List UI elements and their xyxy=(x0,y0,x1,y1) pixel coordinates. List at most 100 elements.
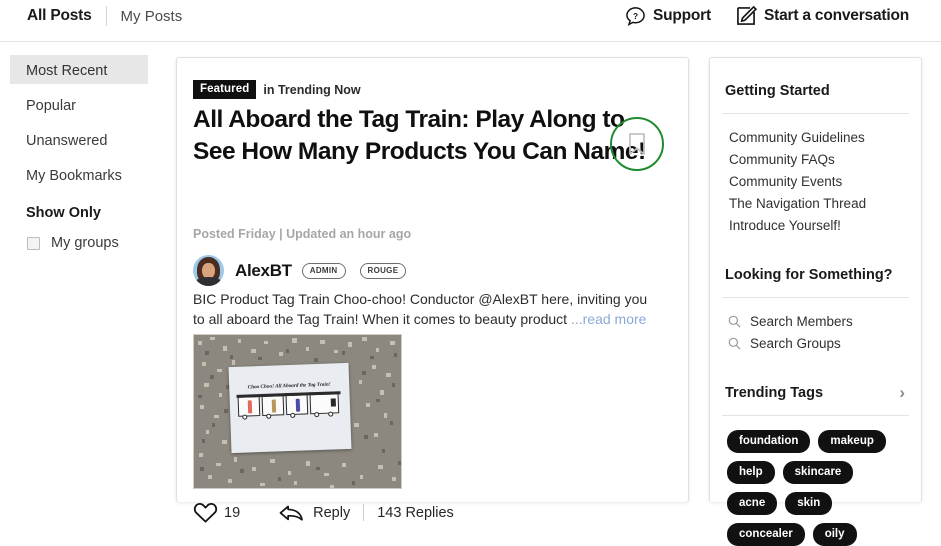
getting-started-heading: Getting Started xyxy=(725,83,830,99)
trending-tags-heading: Trending Tags xyxy=(725,384,824,401)
status-badge-admin: ADMIN xyxy=(301,262,346,279)
engine-roof xyxy=(309,391,341,396)
sidebar-item-unanswered[interactable]: Unanswered xyxy=(10,125,148,154)
tag-concealer[interactable]: concealer xyxy=(727,523,805,546)
trending-tags-list: foundation makeup help skincare acne ski… xyxy=(710,416,910,546)
chevron-right-icon[interactable]: › xyxy=(899,384,905,401)
bookmark-button[interactable] xyxy=(610,117,664,171)
search-members-label: Search Members xyxy=(750,314,853,329)
avatar-body xyxy=(196,277,221,286)
engine-wheels xyxy=(314,411,334,418)
wheel xyxy=(266,413,272,419)
sidebar-item-my-bookmarks[interactable]: My Bookmarks xyxy=(10,160,148,189)
link-community-faqs[interactable]: Community FAQs xyxy=(729,149,921,171)
search-members-link[interactable]: Search Members xyxy=(710,311,921,333)
support-button[interactable]: ? Support xyxy=(625,6,711,27)
avatar[interactable] xyxy=(193,255,224,286)
support-label: Support xyxy=(652,7,711,24)
link-community-guidelines[interactable]: Community Guidelines xyxy=(729,127,921,149)
wheel xyxy=(328,411,334,417)
engine-smokestack xyxy=(330,398,336,407)
post-author-row: AlexBT ADMIN ROUGE xyxy=(193,255,407,286)
nav-divider xyxy=(105,6,107,26)
link-introduce-yourself[interactable]: Introduce Yourself! xyxy=(729,215,921,237)
tag-skincare[interactable]: skincare xyxy=(782,461,854,485)
search-groups-link[interactable]: Search Groups xyxy=(710,333,921,355)
train-wagon xyxy=(284,392,311,418)
looking-for-something-heading: Looking for Something? xyxy=(725,267,893,283)
bookmark-icon xyxy=(627,132,647,157)
right-sidebar-panel: Getting Started Community Guidelines Com… xyxy=(709,57,922,546)
wagon-product xyxy=(271,399,277,413)
search-icon xyxy=(728,337,741,350)
wagon-wheels xyxy=(290,412,296,418)
svg-text:?: ? xyxy=(633,10,638,20)
replies-count[interactable]: 143 Replies xyxy=(377,505,454,521)
wagon-wheels xyxy=(242,414,248,420)
wagon-product xyxy=(295,398,301,412)
sidebar-item-popular[interactable]: Popular xyxy=(10,90,148,119)
my-groups-checkbox[interactable] xyxy=(27,236,40,250)
train-graphic xyxy=(236,391,341,420)
nav-left-group: All Posts My Posts xyxy=(27,6,182,26)
question-speech-bubble-icon: ? xyxy=(625,6,646,27)
post-category-row: Featured in Trending Now xyxy=(193,80,361,99)
post-card[interactable]: Featured in Trending Now All Aboard the … xyxy=(176,57,689,523)
post-footer: 19 Reply 143 Replies xyxy=(193,501,454,524)
reply-label: Reply xyxy=(313,504,351,521)
wheel xyxy=(314,411,320,418)
search-icon xyxy=(728,315,741,328)
train-wagon xyxy=(260,393,287,419)
train-engine xyxy=(309,391,341,418)
tag-makeup[interactable]: makeup xyxy=(818,430,886,454)
my-groups-filter[interactable]: My groups xyxy=(0,235,170,251)
post-image[interactable]: Choo Choo! All Aboard the Tag Train! xyxy=(193,334,402,489)
post-category-label[interactable]: in Trending Now xyxy=(263,83,360,97)
getting-started-links: Community Guidelines Community FAQs Comm… xyxy=(710,114,921,237)
wagon-roof xyxy=(260,393,287,398)
author-name[interactable]: AlexBT xyxy=(235,261,292,281)
wheel xyxy=(242,414,248,420)
trending-tags-header[interactable]: Trending Tags › xyxy=(710,354,921,401)
post-body: BIC Product Tag Train Choo-choo! Conduct… xyxy=(193,289,661,330)
post-timestamp: Posted Friday | Updated an hour ago xyxy=(193,227,412,241)
footer-divider xyxy=(363,504,365,521)
start-conversation-button[interactable]: Start a conversation xyxy=(735,5,909,27)
like-count: 19 xyxy=(224,504,241,521)
train-wagon xyxy=(236,393,263,420)
wagon-product xyxy=(247,400,253,414)
train-poster-caption: Choo Choo! All Aboard the Tag Train! xyxy=(247,381,331,391)
tab-all-posts[interactable]: All Posts xyxy=(27,7,92,25)
left-sidebar: Most Recent Popular Unanswered My Bookma… xyxy=(0,55,170,251)
search-links: Search Members Search Groups xyxy=(710,298,921,354)
nav-right-group: ? Support Start a conversation xyxy=(625,5,909,27)
tab-my-posts[interactable]: My Posts xyxy=(121,8,183,25)
wagon-roof xyxy=(236,393,263,398)
tag-oily[interactable]: oily xyxy=(812,523,857,546)
read-more-link[interactable]: ...read more xyxy=(571,311,646,327)
start-conversation-label: Start a conversation xyxy=(763,7,909,24)
train-poster: Choo Choo! All Aboard the Tag Train! xyxy=(228,362,352,454)
heart-icon xyxy=(193,501,218,524)
wheel xyxy=(290,412,296,418)
reply-button[interactable]: Reply xyxy=(278,503,350,523)
wagon-wheels xyxy=(266,413,272,419)
tag-acne[interactable]: acne xyxy=(727,492,778,516)
featured-badge: Featured xyxy=(193,80,257,99)
tag-foundation[interactable]: foundation xyxy=(727,430,811,454)
my-groups-label: My groups xyxy=(51,235,119,251)
reply-arrow-icon xyxy=(278,503,305,523)
link-navigation-thread[interactable]: The Navigation Thread xyxy=(729,193,921,215)
top-navigation-bar: All Posts My Posts ? Support Start a con… xyxy=(0,0,941,42)
pencil-square-icon xyxy=(735,5,758,27)
show-only-heading: Show Only xyxy=(26,205,101,221)
tag-help[interactable]: help xyxy=(727,461,775,485)
post-title[interactable]: All Aboard the Tag Train: Play Along to … xyxy=(193,104,663,169)
wagon-roof xyxy=(284,392,311,397)
link-community-events[interactable]: Community Events xyxy=(729,171,921,193)
search-groups-label: Search Groups xyxy=(750,335,841,351)
like-button[interactable]: 19 xyxy=(193,501,240,524)
tag-skin[interactable]: skin xyxy=(785,492,833,516)
sidebar-item-most-recent[interactable]: Most Recent xyxy=(10,55,148,84)
status-badge-rouge: ROUGE xyxy=(359,262,407,279)
